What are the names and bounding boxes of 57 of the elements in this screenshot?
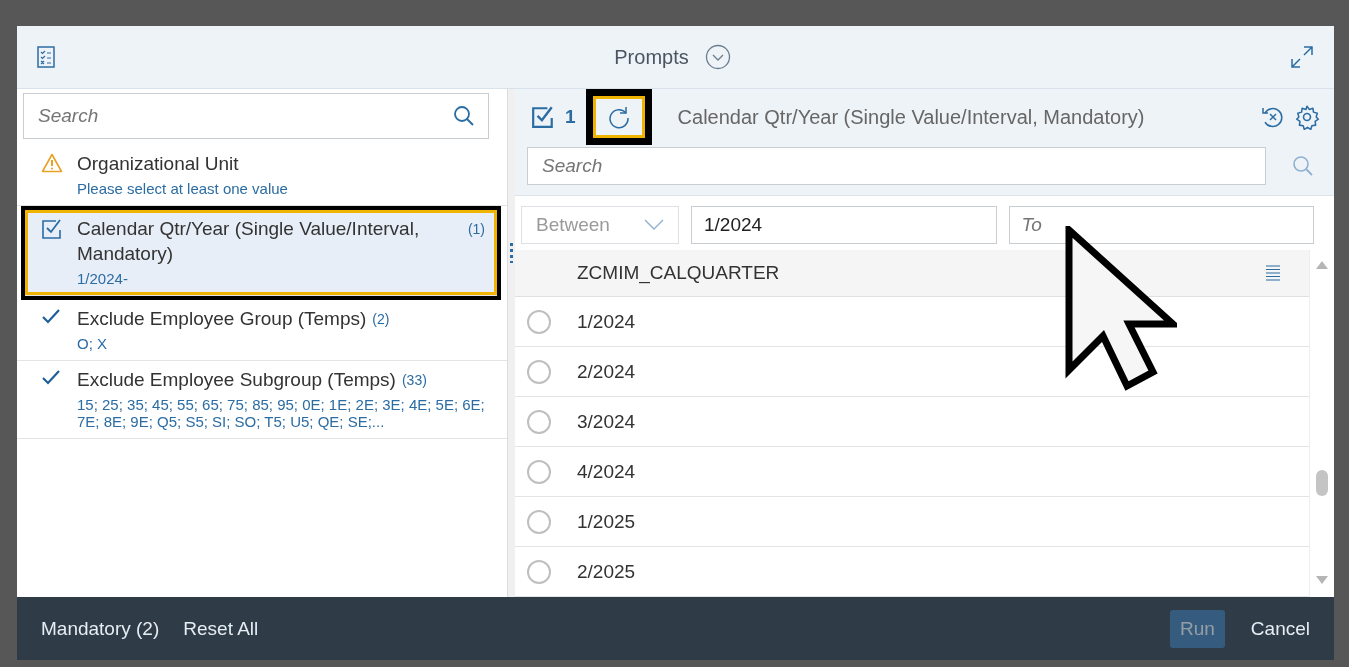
check-icon: [41, 308, 61, 326]
footer-button[interactable]: Reset All: [177, 609, 265, 648]
radio-button[interactable]: [527, 559, 551, 584]
radio-button[interactable]: [527, 459, 551, 484]
chevron-down-icon[interactable]: [704, 44, 731, 70]
value-row[interactable]: 4/2024: [515, 447, 1309, 497]
prompt-value: O; X: [77, 335, 108, 352]
prompt-label: Exclude Employee Subgroup (Temps): [77, 368, 396, 392]
prompt-title: Calendar Qtr/Year (Single Value/Interval, Mandatory): [676, 105, 1146, 129]
value-row[interactable]: 1/2025: [515, 497, 1309, 547]
row-value: 2/2024: [577, 360, 636, 383]
row-value: 1/2025: [577, 510, 636, 533]
chevron-down-icon: [644, 219, 664, 231]
radio-button[interactable]: [527, 359, 551, 384]
dialog-title: Prompts: [614, 45, 689, 69]
search-field[interactable]: Search: [527, 147, 1266, 185]
reset-icon[interactable]: [1260, 105, 1284, 129]
prompt-value: Please select at least one value: [77, 180, 289, 197]
value-count: (2): [372, 310, 390, 327]
search-icon[interactable]: [453, 105, 475, 127]
radio-button[interactable]: [527, 409, 551, 434]
footer-button[interactable]: Cancel: [1244, 609, 1316, 648]
selected-count: 1: [565, 106, 576, 128]
row-value: 3/2024: [577, 410, 636, 433]
scroll-down-icon[interactable]: [1315, 575, 1329, 585]
value-count: (1): [467, 220, 485, 237]
prompt-label: Calendar Qtr/Year (Single Value/Interval, Mandatory): [77, 217, 421, 266]
value-count: (33): [401, 371, 427, 388]
prompt-item[interactable]: Exclude Employee Group (Temps) (2) O; X: [17, 300, 507, 361]
prompt-value: 15; 25; 35; 45; 55; 65; 75; 85; 95; 0E; 1E; 2E; 3E; 4E; 5E; 6E; 7E; 8E; 9E; Q5; S5; SI; SO; T5; U5; QE; SE;...: [77, 396, 486, 430]
settings-icon[interactable]: [1294, 104, 1320, 130]
expand-icon[interactable]: [1290, 45, 1314, 69]
checklist-icon[interactable]: [37, 46, 55, 68]
list-icon[interactable]: [1265, 264, 1281, 282]
scrollbar-thumb[interactable]: [1316, 469, 1328, 496]
prompt-label: Exclude Employee Group (Temps): [77, 307, 367, 331]
radio-button[interactable]: [527, 509, 551, 534]
checkbox-check-icon: [41, 218, 63, 240]
value-row[interactable]: 3/2024: [515, 397, 1309, 447]
check-icon: [41, 369, 61, 387]
footer-button[interactable]: Mandatory (2): [35, 609, 166, 648]
prompt-label: Organizational Unit: [77, 152, 239, 176]
refresh-button[interactable]: [585, 89, 652, 145]
radio-button[interactable]: [527, 309, 551, 334]
splitter-handle[interactable]: [510, 243, 513, 263]
row-value: 2/2025: [577, 560, 636, 583]
row-value: 4/2024: [577, 460, 636, 483]
search-field[interactable]: Search: [23, 93, 489, 139]
row-value: 1/2024: [577, 310, 636, 333]
warning-icon: [41, 153, 63, 173]
checkbox-check-icon: [531, 105, 555, 129]
column-header: ZCMIM_CALQUARTER: [577, 262, 780, 284]
to-value-field[interactable]: To: [1008, 206, 1314, 244]
prompt-value: 1/2024-: [77, 270, 129, 287]
scroll-up-icon[interactable]: [1315, 260, 1329, 270]
refresh-icon: [606, 105, 631, 129]
from-value-field[interactable]: 1/2024: [691, 206, 997, 244]
